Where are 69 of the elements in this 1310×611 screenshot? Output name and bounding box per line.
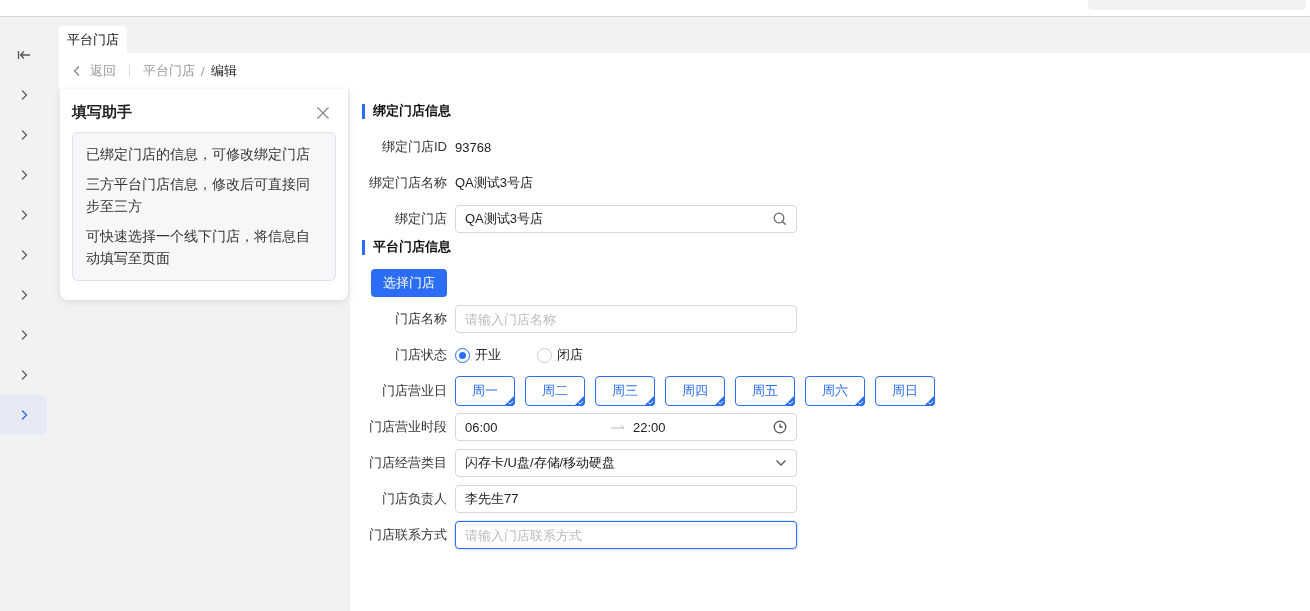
close-button[interactable] bbox=[316, 105, 330, 120]
search-field[interactable]: QA测试3号店 bbox=[455, 205, 797, 233]
chevron-right-icon bbox=[19, 249, 28, 261]
close-icon bbox=[316, 105, 330, 120]
tip-text: 三方平台门店信息，修改后可直接同步至三方 bbox=[86, 176, 311, 216]
collapse-icon bbox=[16, 48, 31, 62]
field-label: 绑定门店 bbox=[394, 210, 447, 228]
tip-text: 已绑定门店的信息，可修改绑定门店 bbox=[86, 146, 311, 164]
chevron-right-icon bbox=[19, 289, 28, 301]
chevron-right-icon bbox=[19, 209, 28, 221]
field-label: 门店经营类目 bbox=[368, 454, 447, 472]
helper-title: 填写助手 bbox=[72, 103, 132, 122]
field-label: 门店状态 bbox=[394, 346, 447, 364]
radio-label: 开业 bbox=[475, 346, 501, 364]
field-label: 门店名称 bbox=[394, 310, 447, 328]
chevron-right-icon bbox=[19, 329, 28, 341]
radio-label: 闭店 bbox=[557, 346, 583, 364]
breadcrumb-current: 编辑 bbox=[210, 62, 237, 80]
chevron-right-icon bbox=[19, 409, 28, 421]
section-marker bbox=[362, 239, 365, 255]
chevron-down-icon bbox=[775, 459, 787, 467]
radio-option[interactable]: 闭店 bbox=[537, 346, 583, 364]
breadcrumb-separator: / bbox=[201, 63, 205, 79]
check-corner-icon bbox=[924, 395, 935, 406]
tab[interactable]: 平台门店 bbox=[59, 26, 127, 53]
field-label: 绑定门店ID bbox=[381, 138, 447, 156]
chevron-left-icon bbox=[73, 65, 81, 77]
section-marker bbox=[362, 103, 365, 119]
chevron-right-icon bbox=[19, 89, 28, 101]
breadcrumb-link[interactable]: 平台门店 bbox=[143, 62, 195, 80]
time-range-field[interactable]: 06:00 22:00 bbox=[455, 413, 797, 441]
check-corner-icon bbox=[574, 395, 585, 406]
tip-text: 可快速选择一个线下门店，将信息自动填写至页面 bbox=[86, 228, 311, 268]
sidebar-item[interactable] bbox=[0, 395, 47, 435]
day-tag[interactable]: 周六 bbox=[805, 376, 865, 406]
input-field[interactable]: 请输入门店联系方式 bbox=[455, 521, 797, 549]
day-tag[interactable]: 周四 bbox=[665, 376, 725, 406]
field-label: 门店营业日 bbox=[381, 382, 447, 400]
search-icon bbox=[773, 212, 787, 226]
day-tag[interactable]: 周五 bbox=[735, 376, 795, 406]
clock-icon bbox=[773, 420, 787, 434]
field-label: 绑定门店名称 bbox=[368, 174, 447, 192]
section-title: 平台门店信息 bbox=[373, 238, 451, 256]
field-value: QA测试3号店 bbox=[455, 174, 533, 192]
day-tag[interactable]: 周日 bbox=[875, 376, 935, 406]
input-field[interactable]: 李先生77 bbox=[455, 485, 797, 513]
category-select[interactable]: 闪存卡/U盘/存储/移动硬盘 bbox=[455, 449, 797, 477]
check-corner-icon bbox=[504, 395, 515, 406]
check-corner-icon bbox=[854, 395, 865, 406]
field-value: 93768 bbox=[455, 139, 492, 155]
radio-option[interactable]: 开业 bbox=[455, 346, 501, 364]
end-time: 22:00 bbox=[633, 419, 667, 435]
select-store-button[interactable]: 选择门店 bbox=[371, 269, 447, 297]
day-tag[interactable]: 周一 bbox=[455, 376, 515, 406]
field-label: 门店联系方式 bbox=[368, 526, 447, 544]
chevron-right-icon bbox=[19, 369, 28, 381]
back-link[interactable]: 返回 bbox=[73, 62, 116, 80]
chevron-right-icon bbox=[19, 129, 28, 141]
section-title: 绑定门店信息 bbox=[373, 102, 451, 120]
day-tag[interactable]: 周二 bbox=[525, 376, 585, 406]
start-time: 06:00 bbox=[465, 419, 499, 435]
check-corner-icon bbox=[644, 395, 655, 406]
chevron-right-icon bbox=[19, 169, 28, 181]
field-label: 门店负责人 bbox=[381, 490, 447, 508]
field-label: 门店营业时段 bbox=[368, 418, 447, 436]
check-corner-icon bbox=[714, 395, 725, 406]
day-tag[interactable]: 周三 bbox=[595, 376, 655, 406]
arrow-right-icon bbox=[611, 423, 625, 431]
check-corner-icon bbox=[784, 395, 795, 406]
